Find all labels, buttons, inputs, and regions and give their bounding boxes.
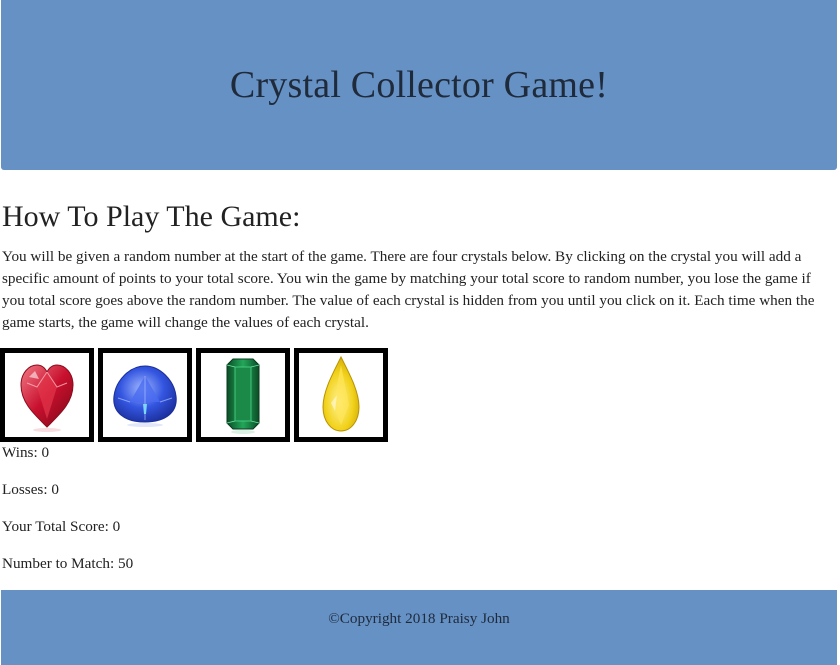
yellow-pear-crystal-icon xyxy=(322,355,360,432)
header-banner: Crystal Collector Game! xyxy=(1,0,837,170)
crystal-button-green[interactable] xyxy=(196,348,290,442)
page-title: Crystal Collector Game! xyxy=(229,64,609,106)
crystal-button-blue[interactable] xyxy=(98,348,192,442)
number-to-match: Number to Match: 50 xyxy=(2,555,134,572)
crystal-row xyxy=(0,348,388,442)
red-heart-crystal-icon xyxy=(20,364,74,432)
how-to-play-heading: How To Play The Game: xyxy=(2,200,301,233)
total-score: Your Total Score: 0 xyxy=(2,518,121,535)
crystal-button-yellow[interactable] xyxy=(294,348,388,442)
green-emerald-crystal-icon xyxy=(226,358,260,434)
stats-panel: Wins: 0 Losses: 0 Your Total Score: 0 Nu… xyxy=(2,444,133,592)
footer: ©Copyright 2018 Praisy John xyxy=(1,590,837,665)
wins-count: Wins: 0 xyxy=(2,444,50,461)
copyright-text: ©Copyright 2018 Praisy John xyxy=(328,610,510,627)
blue-trillion-crystal-icon xyxy=(113,365,177,427)
losses-count: Losses: 0 xyxy=(2,481,59,498)
crystal-button-red[interactable] xyxy=(0,348,94,442)
instructions-text: You will be given a random number at the… xyxy=(2,248,815,331)
